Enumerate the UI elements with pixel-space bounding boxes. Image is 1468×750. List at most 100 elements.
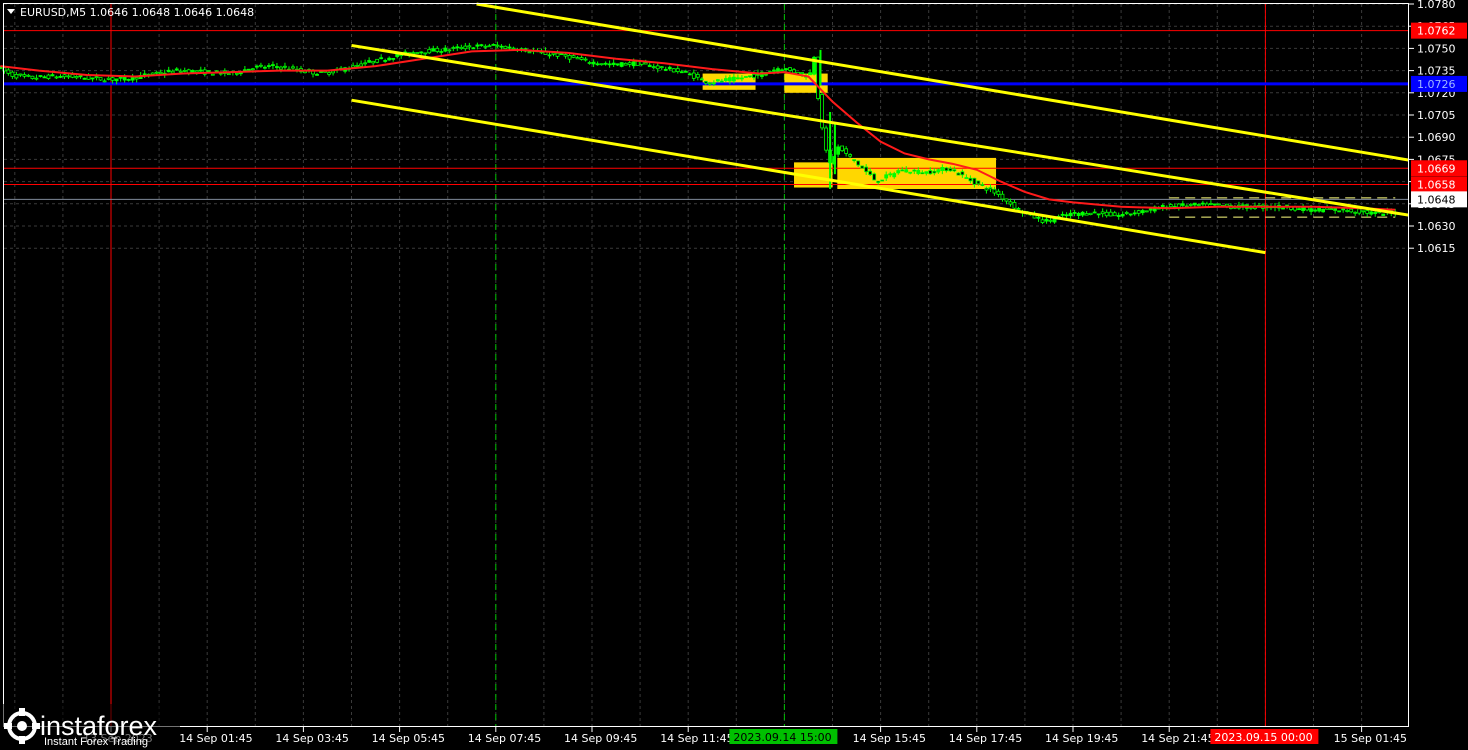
candle-body [106,77,111,80]
candle-body [1124,212,1129,214]
level-1.0658-tag-label: 1.0658 [1417,179,1456,192]
candle-body [595,63,600,66]
candle-body [1196,204,1201,206]
candle-body [283,65,287,68]
candle-body [896,170,901,174]
candle-body [1281,207,1285,210]
candle-body [1217,203,1221,206]
candle-body [860,165,865,169]
candle-body [816,56,820,99]
candle-body [238,72,243,75]
candle-body [250,68,255,71]
candle-body [699,78,704,81]
candle-body [327,72,331,75]
candle-body [1076,213,1081,216]
candle-body [852,159,857,162]
candle-body [972,177,977,185]
time-tick-label: 14 Sep 19:45 [1045,732,1118,745]
candle-body [912,169,917,172]
candle-body [1357,208,1362,214]
candle-body [110,77,115,81]
candle-body [579,57,584,60]
candle-body [776,68,780,73]
candle-body [170,70,175,74]
candle-body [379,57,384,60]
level-1.0726-tag-label: 1.0726 [1417,78,1456,91]
candle-body [567,54,572,60]
candle-body [50,74,55,77]
candle-body [663,68,668,71]
candle-body [259,64,263,67]
candle-body [844,148,849,154]
candle-body [900,169,905,172]
candle-body [419,51,424,54]
candle-body [1192,202,1197,206]
candle-body [1016,207,1021,210]
candle-body [427,48,432,54]
candle-body [555,52,560,57]
price-tick-label: 1.0615 [1417,242,1456,255]
candle-body [54,76,59,79]
candle-body [888,173,893,176]
candle-body [675,68,680,73]
candle-body [38,75,43,77]
candle-body [487,45,492,48]
chart-header: EURUSD,M5 1.0646 1.0648 1.0646 1.0648 [7,6,254,19]
candle-body [1144,210,1149,213]
candle-body [475,44,480,47]
candle-body [908,171,913,174]
candle-body [808,72,812,76]
candle-body [1132,212,1137,215]
candle-body [30,75,35,79]
candle-body [876,180,881,183]
candle-body [246,68,251,71]
candle-body [691,72,696,79]
candle-body [1044,218,1049,222]
candle-body [611,62,616,65]
candle-body [383,60,388,62]
candle-body [880,179,885,182]
candle-body [1040,219,1045,223]
candle-body [18,73,23,76]
candle-body [988,187,993,190]
candle-body [439,51,444,53]
price-tick-label: 1.0690 [1417,131,1456,144]
candle-body [1120,213,1125,217]
candle-body [587,62,592,64]
candle-body [275,66,279,68]
candle-body [134,77,139,80]
candle-body [14,74,19,79]
candle-body [463,45,468,50]
candle-body [788,67,792,71]
candle-body [864,166,869,173]
candle-body [1200,202,1205,205]
candle-body [94,76,99,79]
candle-body [1317,207,1322,212]
candle-body [367,60,372,63]
time-axis[interactable]: 13 Sep 202314 Sep 01:4514 Sep 03:4514 Se… [0,727,1409,750]
candle-body [495,44,500,47]
candle-body [1345,210,1350,212]
candle-body [66,75,71,78]
candle-body [154,71,159,74]
candle-body [892,173,897,178]
candle-body [1309,208,1313,212]
candle-body [655,65,660,70]
candle-body [395,53,400,57]
candle-body [916,170,921,174]
candle-body [483,45,488,48]
candle-body [435,47,440,52]
candle-body [1176,203,1181,208]
chart-window[interactable]: 1.07801.07651.07501.07351.07201.07051.06… [0,0,1468,750]
candle-body [527,51,532,54]
candle-body [1012,202,1017,209]
candle-body [856,160,861,166]
price-chart[interactable]: 1.07801.07651.07501.07351.07201.07051.06… [0,0,1468,750]
candle-body [371,60,376,64]
candle-body [583,58,588,61]
price-axis[interactable]: 1.07801.07651.07501.07351.07201.07051.06… [1409,0,1468,750]
candle-body [1225,203,1229,207]
candle-body [22,74,27,77]
candle-body [90,77,95,80]
zone-1[interactable] [702,73,756,90]
